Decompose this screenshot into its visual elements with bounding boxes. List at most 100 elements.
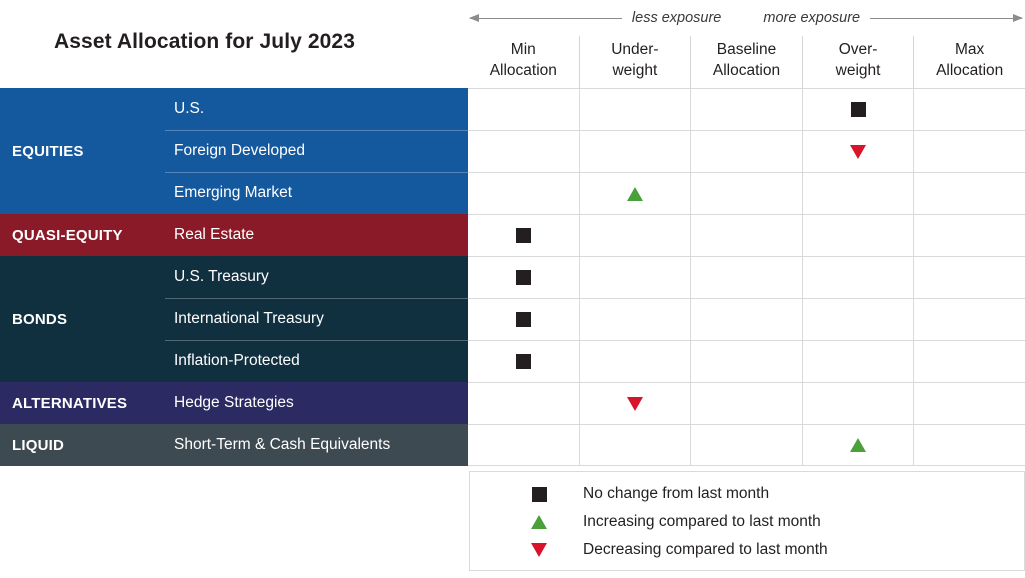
allocation-cell bbox=[801, 383, 914, 424]
asset-name: Emerging Market bbox=[165, 172, 468, 214]
allocation-cell bbox=[801, 173, 914, 214]
allocation-cell bbox=[690, 215, 802, 256]
no-change-marker-icon bbox=[531, 486, 547, 502]
allocation-cell bbox=[578, 383, 691, 424]
table-row: QUASI-EQUITY Real Estate bbox=[0, 214, 1025, 256]
allocation-cell bbox=[578, 257, 691, 298]
no-change-marker-icon bbox=[850, 102, 866, 117]
allocation-cell bbox=[468, 257, 579, 298]
allocation-cell bbox=[690, 383, 802, 424]
exposure-scale: less exposure more exposure bbox=[469, 6, 1023, 30]
table-row: BONDS International Treasury bbox=[0, 298, 1025, 340]
category-label: LIQUID bbox=[0, 424, 165, 466]
allocation-cell bbox=[468, 131, 579, 172]
category-label bbox=[0, 256, 165, 298]
allocation-cell bbox=[913, 173, 1025, 214]
allocation-cells bbox=[468, 172, 1025, 214]
allocation-cell bbox=[801, 425, 914, 465]
column-headers: Min Allocation Under-weight Baseline Allocat… bbox=[468, 36, 1025, 88]
allocation-cells bbox=[468, 256, 1025, 298]
asset-name: Short-Term & Cash Equivalents bbox=[165, 424, 468, 466]
allocation-cell bbox=[578, 425, 691, 465]
category-label: QUASI-EQUITY bbox=[0, 214, 165, 256]
allocation-cells bbox=[468, 340, 1025, 382]
table-row: U.S. bbox=[0, 88, 1025, 130]
table-row: ALTERNATIVES Hedge Strategies bbox=[0, 382, 1025, 424]
allocation-cell bbox=[913, 215, 1025, 256]
asset-name: U.S. Treasury bbox=[165, 256, 468, 298]
column-header-line1: Baseline bbox=[716, 41, 777, 58]
decreasing-marker-icon bbox=[626, 396, 643, 411]
allocation-cells bbox=[468, 298, 1025, 340]
legend-item: No change from last month bbox=[470, 480, 1024, 508]
category-label bbox=[0, 340, 165, 382]
increasing-marker-icon bbox=[850, 438, 867, 452]
column-header-line2: weight bbox=[612, 62, 658, 79]
column-header-line2: Allocation bbox=[712, 62, 781, 79]
allocation-cell bbox=[913, 341, 1025, 382]
more-exposure-arrow bbox=[870, 13, 1023, 22]
increasing-marker-icon bbox=[626, 186, 643, 201]
table-row: U.S. Treasury bbox=[0, 256, 1025, 298]
increasing-marker-icon bbox=[531, 515, 547, 529]
allocation-cell bbox=[913, 299, 1025, 340]
category-label bbox=[0, 88, 165, 130]
allocation-matrix: U.S. EQUITIES Foreign Developed Emerging Ma… bbox=[0, 88, 1025, 466]
allocation-cell bbox=[578, 173, 691, 214]
allocation-cells bbox=[468, 88, 1025, 130]
allocation-cell bbox=[690, 299, 802, 340]
allocation-cell bbox=[913, 257, 1025, 298]
column-header-line1: Over- bbox=[838, 41, 878, 58]
legend-item: Decreasing compared to last month bbox=[470, 536, 1024, 564]
allocation-cell bbox=[690, 257, 802, 298]
table-row: EQUITIES Foreign Developed bbox=[0, 130, 1025, 172]
column-header-line1: Under- bbox=[611, 41, 659, 58]
allocation-cell bbox=[801, 257, 914, 298]
allocation-cell bbox=[468, 341, 579, 382]
no-change-marker-icon bbox=[515, 270, 531, 285]
allocation-cell bbox=[578, 299, 691, 340]
allocation-cells bbox=[468, 382, 1025, 424]
no-change-marker-icon bbox=[515, 312, 531, 327]
legend-marker bbox=[509, 515, 569, 529]
table-row: LIQUID Short-Term & Cash Equivalents bbox=[0, 424, 1025, 466]
asset-name: U.S. bbox=[165, 88, 468, 130]
legend: No change from last month Increasing comp… bbox=[469, 471, 1025, 571]
allocation-cell bbox=[913, 425, 1025, 465]
allocation-cell bbox=[690, 341, 802, 382]
category-label bbox=[0, 172, 165, 214]
allocation-cells bbox=[468, 424, 1025, 466]
allocation-cell bbox=[913, 131, 1025, 172]
allocation-cell bbox=[690, 173, 802, 214]
allocation-cell bbox=[690, 89, 802, 130]
allocation-cell bbox=[913, 383, 1025, 424]
allocation-cell bbox=[913, 89, 1025, 130]
category-label: EQUITIES bbox=[0, 130, 165, 172]
column-header: Under-weight bbox=[578, 36, 691, 88]
allocation-cell bbox=[468, 89, 579, 130]
allocation-cell bbox=[801, 299, 914, 340]
legend-marker bbox=[509, 543, 569, 557]
no-change-marker-icon bbox=[515, 228, 531, 243]
allocation-cell bbox=[578, 89, 691, 130]
allocation-cell bbox=[468, 215, 579, 256]
column-header: Max Allocation bbox=[913, 36, 1025, 88]
allocation-cells bbox=[468, 130, 1025, 172]
asset-name: Foreign Developed bbox=[165, 130, 468, 172]
allocation-cell bbox=[690, 131, 802, 172]
category-label: BONDS bbox=[0, 298, 165, 340]
table-row: Inflation-Protected bbox=[0, 340, 1025, 382]
legend-label: Increasing compared to last month bbox=[583, 513, 821, 530]
decreasing-marker-icon bbox=[531, 543, 547, 557]
decreasing-marker-icon bbox=[850, 144, 867, 159]
allocation-cells bbox=[468, 214, 1025, 256]
allocation-cell bbox=[468, 173, 579, 214]
column-header: Over-weight bbox=[801, 36, 914, 88]
asset-name: Real Estate bbox=[165, 214, 468, 256]
legend-label: No change from last month bbox=[583, 485, 770, 502]
allocation-cell bbox=[801, 341, 914, 382]
asset-name: Inflation-Protected bbox=[165, 340, 468, 382]
legend-label: Decreasing compared to last month bbox=[583, 541, 828, 558]
allocation-cell bbox=[468, 299, 579, 340]
legend-marker bbox=[509, 486, 569, 502]
